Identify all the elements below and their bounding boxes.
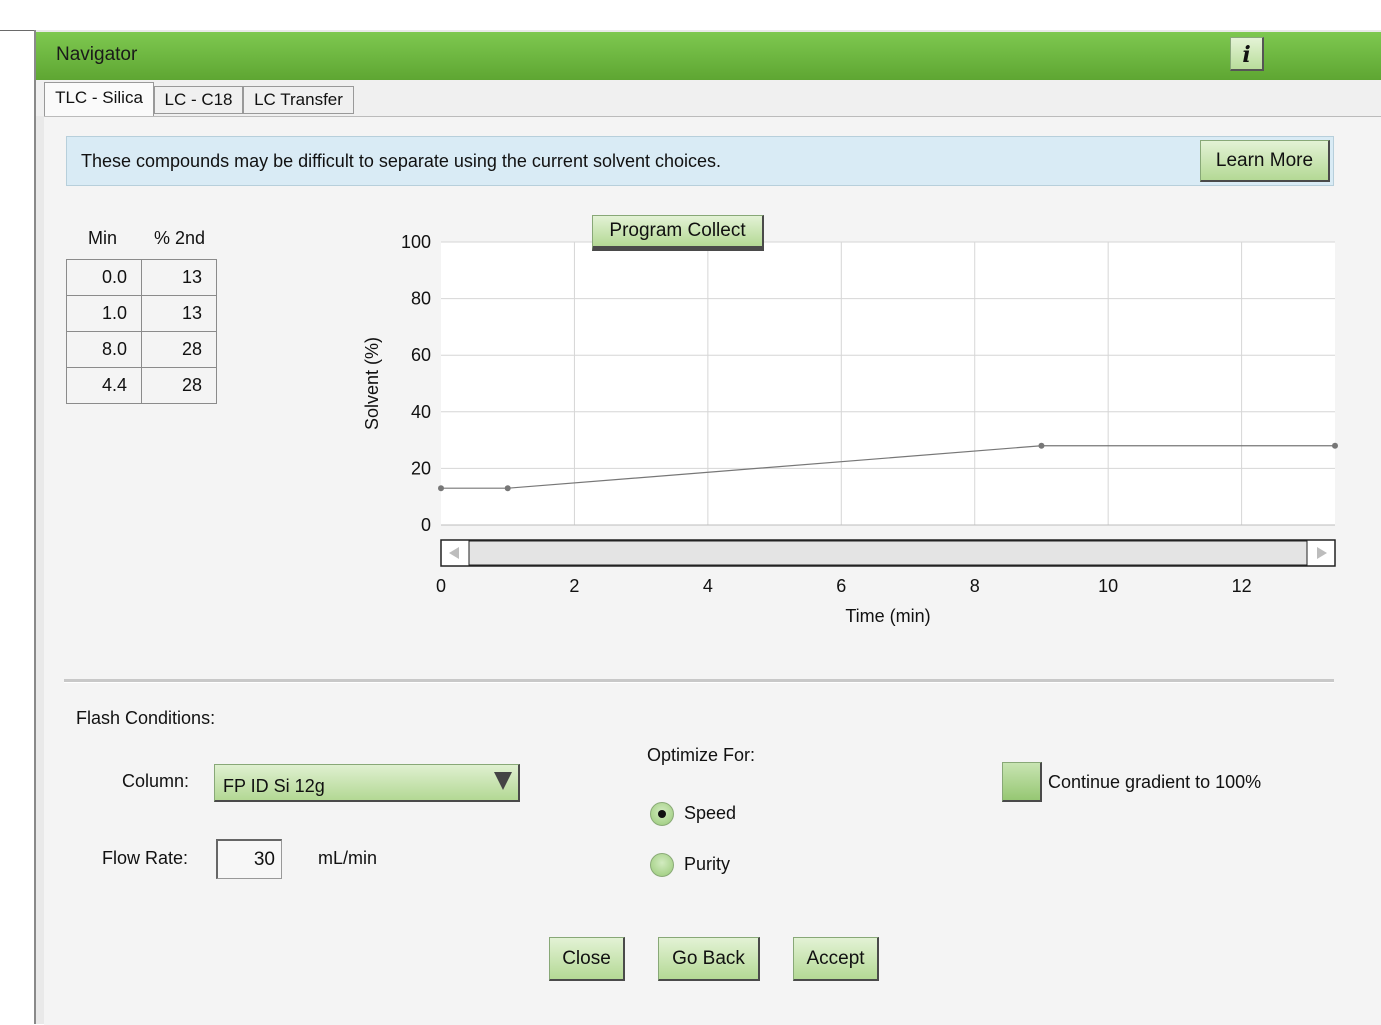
cell-min[interactable]: 0.0 [66,259,142,296]
table-row[interactable]: 8.0 28 [66,331,217,368]
x-tick-label: 6 [836,576,846,596]
top-edge [0,0,1381,31]
section-divider [64,679,1334,683]
radio-selected-dot-icon [658,810,666,818]
scrollbar-thumb[interactable] [468,540,1308,566]
y-tick-label: 100 [401,232,431,252]
purity-radio[interactable] [650,853,674,877]
x-tick-label: 8 [970,576,980,596]
flow-rate-label: Flow Rate: [102,848,189,868]
flow-rate-unit: mL/min [318,848,378,868]
x-tick-label: 12 [1232,576,1252,596]
tab-strip: TLC - Silica LC - C18 LC Transfer [36,80,1381,116]
table-row[interactable]: 0.0 13 [66,259,217,296]
dropdown-arrow-icon [494,772,512,790]
program-collect-button[interactable]: Program Collect [592,215,764,251]
accept-button[interactable]: Accept [793,937,879,981]
table-row[interactable]: 4.4 28 [66,367,217,404]
optimize-heading: Optimize For: [647,745,756,765]
data-point[interactable] [504,485,511,492]
x-tick-label: 4 [703,576,713,596]
gradient-chart: 0 2 4 6 8 10 12 0 20 40 60 80 100 Time (min) Solvent (… [362,232,1338,626]
x-axis-title: Time (min) [845,606,930,626]
x-tick-label: 10 [1098,576,1118,596]
close-button[interactable]: Close [549,937,625,981]
window-title: Navigator [56,44,138,65]
cell-min[interactable]: 8.0 [66,331,142,368]
data-point[interactable] [1038,442,1045,449]
info-button[interactable]: i [1230,37,1264,71]
tab-lc-transfer[interactable]: LC Transfer [243,86,354,114]
y-tick-label: 0 [421,515,431,535]
column-value: FP ID Si 12g [223,776,325,796]
purity-label: Purity [684,854,731,874]
warning-banner: These compounds may be difficult to sepa… [66,136,1334,186]
cell-min[interactable]: 1.0 [66,295,142,332]
table-row[interactable]: 1.0 13 [66,295,217,332]
go-back-button[interactable]: Go Back [658,937,760,981]
tab-lc-c18[interactable]: LC - C18 [154,86,243,114]
column-select[interactable]: FP ID Si 12g [214,764,520,802]
speed-label: Speed [684,803,737,823]
speed-radio[interactable] [650,802,674,826]
gradient-table: 0.0 13 1.0 13 8.0 28 4.4 28 [66,259,217,404]
column-label: Column: [122,771,190,791]
data-point[interactable] [1332,442,1338,449]
flow-rate-input[interactable]: 30 [216,839,282,879]
title-bar: Navigator i [36,32,1381,81]
banner-message: These compounds may be difficult to sepa… [81,151,722,171]
x-tick-label: 0 [436,576,446,596]
continue-gradient-checkbox[interactable] [1002,762,1042,802]
table-header-min: Min [88,228,118,248]
y-tick-label: 80 [411,289,431,309]
x-tick-label: 2 [569,576,579,596]
data-point[interactable] [438,485,444,492]
cell-percent[interactable]: 28 [141,367,217,404]
continue-gradient-label: Continue gradient to 100% [1048,772,1262,792]
cell-percent[interactable]: 13 [141,295,217,332]
table-header-percent: % 2nd [154,228,206,248]
y-axis-title: Solvent (%) [362,337,382,430]
cell-percent[interactable]: 13 [141,259,217,296]
cell-percent[interactable]: 28 [141,331,217,368]
y-tick-label: 20 [411,458,431,478]
flash-conditions-heading: Flash Conditions: [76,708,216,728]
tab-tlc-silica[interactable]: TLC - Silica [44,82,154,116]
y-tick-label: 40 [411,402,431,422]
cell-min[interactable]: 4.4 [66,367,142,404]
learn-more-button[interactable]: Learn More [1200,140,1330,182]
y-tick-label: 60 [411,345,431,365]
